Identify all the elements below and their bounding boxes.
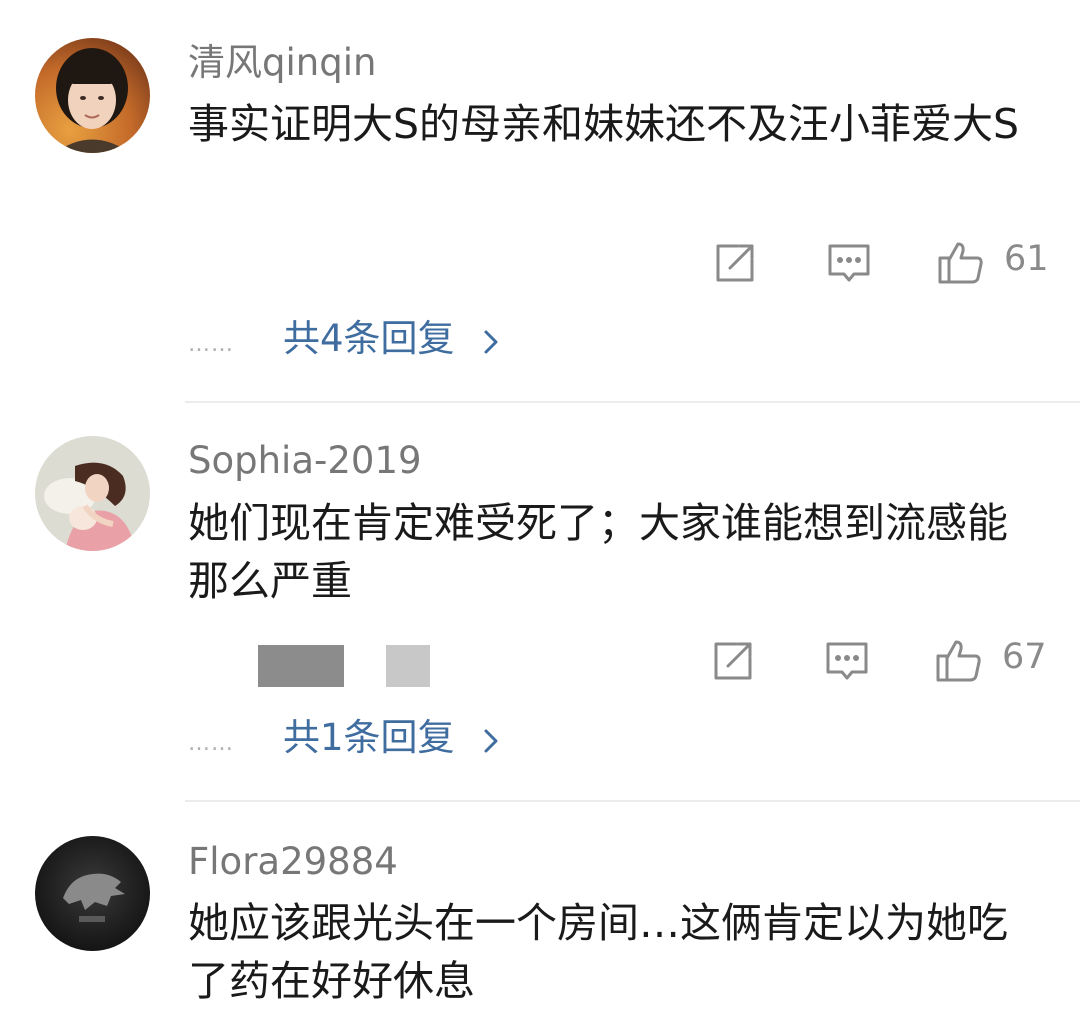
- comment-icon[interactable]: [824, 238, 874, 288]
- comment-icon[interactable]: [822, 636, 872, 686]
- share-icon[interactable]: [708, 636, 758, 686]
- blurred-region: [258, 645, 344, 687]
- comment-actions: 61: [700, 238, 1060, 288]
- thumbs-up-icon[interactable]: [934, 636, 984, 686]
- avatar[interactable]: [35, 436, 150, 551]
- username[interactable]: Sophia-2019: [188, 442, 422, 479]
- view-replies-link[interactable]: 共4条回复: [283, 320, 455, 357]
- like-count: 61: [1004, 239, 1049, 279]
- username[interactable]: 清风qinqin: [188, 44, 376, 81]
- comment-text: 事实证明大S的母亲和妹妹还不及汪小菲爱大S: [188, 100, 1020, 148]
- comment-text: 她应该跟光头在一个房间…这俩肯定以为她吃了药在好好休息: [188, 899, 1008, 1005]
- blurred-region: [386, 645, 430, 687]
- comment-actions: 67: [700, 636, 1060, 686]
- replies-dots: ……: [188, 731, 234, 756]
- share-icon[interactable]: [710, 238, 760, 288]
- username[interactable]: Flora29884: [188, 843, 398, 880]
- divider: [185, 401, 1080, 403]
- like-count: 67: [1002, 637, 1047, 677]
- chevron-right-icon[interactable]: [480, 328, 502, 356]
- comment-text: 她们现在肯定难受死了；大家谁能想到流感能那么严重: [188, 499, 1008, 605]
- avatar[interactable]: [35, 836, 150, 951]
- view-replies-link[interactable]: 共1条回复: [283, 719, 455, 756]
- divider: [185, 800, 1080, 802]
- avatar[interactable]: [35, 38, 150, 153]
- chevron-right-icon[interactable]: [480, 727, 502, 755]
- replies-dots: ……: [188, 332, 234, 357]
- thumbs-up-icon[interactable]: [936, 238, 986, 288]
